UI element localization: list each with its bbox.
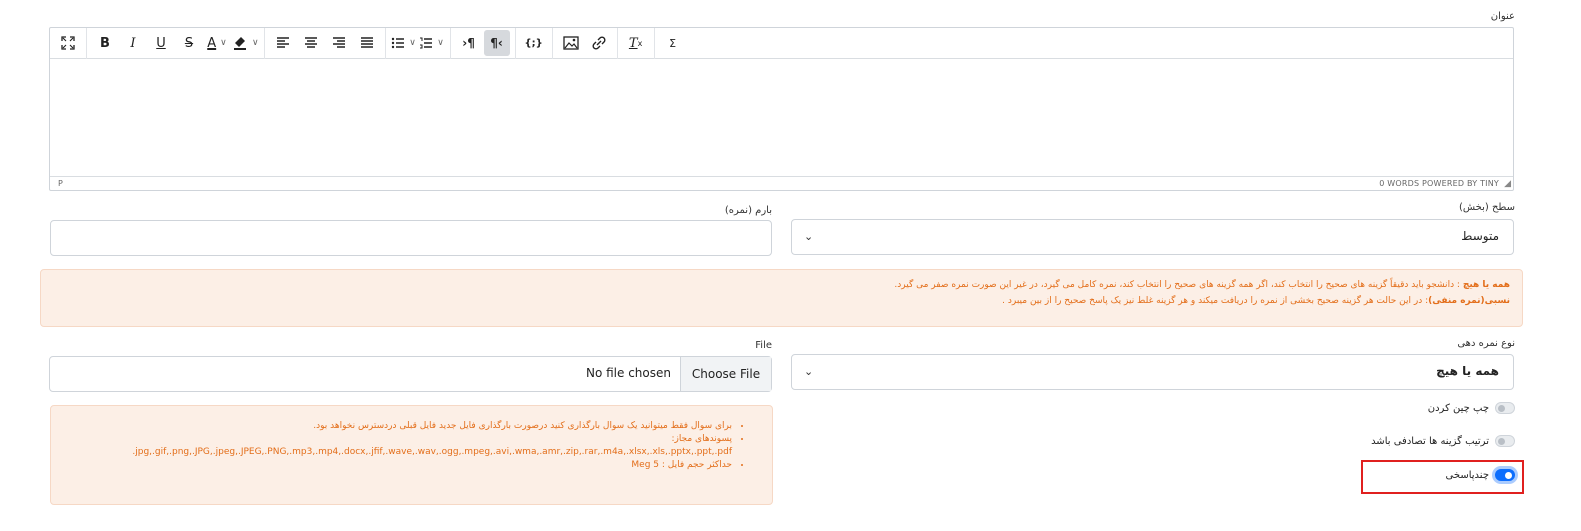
strikethrough-button[interactable]: S (176, 30, 202, 56)
editor-content-area[interactable] (50, 59, 1513, 177)
code-sample-button[interactable]: {;} (521, 30, 547, 56)
editor-statusbar: P 0 WORDS POWERED BY TINY ◢ (50, 176, 1513, 190)
toolbar-group-insert (553, 27, 618, 59)
numbered-list-icon (420, 37, 433, 49)
switch-knob (1505, 472, 1512, 479)
level-label: سطح (بخش) (1458, 202, 1515, 213)
toolbar-group-align (265, 27, 386, 59)
multi-answer-label: چندپاسخی (1445, 469, 1489, 481)
shuffle-options-label: ترتیب گزینه ها تصادفی باشد (1371, 435, 1489, 447)
code-icon: {;} (524, 37, 543, 49)
file-input[interactable]: Choose File No file chosen (49, 356, 772, 392)
score-input[interactable] (50, 220, 772, 256)
title-rich-text-editor: B I U S A ∨ ∨ ∨ ∨ ›¶ ¶‹ {;} T x Σ P 0 WO… (49, 27, 1514, 191)
editor-toolbar: B I U S A ∨ ∨ ∨ ∨ ›¶ ¶‹ {;} T x Σ (50, 27, 1513, 59)
toolbar-group-lists: ∨ ∨ (386, 27, 451, 59)
text-color-icon: A (207, 35, 217, 51)
grading-type-value: همه یا هیچ (1436, 364, 1499, 378)
align-justify-icon[interactable] (354, 30, 380, 56)
multi-answer-switch[interactable] (1495, 469, 1515, 481)
chevron-down-icon: ⌄ (804, 365, 814, 378)
toolbar-group-direction: ›¶ ¶‹ (451, 27, 516, 59)
file-notes-alert: برای سوال فقط میتوانید یک سوال بارگذاری … (50, 405, 773, 505)
word-count-powered-by[interactable]: 0 WORDS POWERED BY TINY (1379, 179, 1499, 188)
alert-line-all-or-nothing: همه یا هیچ : دانشجو باید دقیقاً گزینه ها… (894, 280, 1510, 290)
alert-line-proportional: نسبی(نمره منفی): در این حالت هر گزینه صح… (1002, 296, 1510, 306)
level-select[interactable]: متوسط ⌄ (791, 219, 1514, 255)
toggle-row-rtl: چپ چین کردن (1428, 402, 1515, 414)
toolbar-group-code: {;} (516, 27, 553, 59)
italic-button[interactable]: I (120, 30, 146, 56)
numbered-list-button[interactable]: ∨ (419, 30, 445, 56)
chevron-down-icon: ⌄ (804, 230, 814, 243)
image-icon[interactable] (558, 30, 584, 56)
ltr-icon: ›¶ (462, 36, 475, 50)
highlighter-icon (234, 37, 246, 50)
rtl-direction-button[interactable]: ¶‹ (483, 30, 510, 56)
title-label: عنوان (1490, 11, 1515, 22)
align-right-icon[interactable] (326, 30, 352, 56)
level-select-value: متوسط (1461, 229, 1499, 243)
toolbar-group-view (50, 27, 87, 59)
switch-knob (1498, 438, 1505, 445)
grading-type-select[interactable]: همه یا هیچ ⌄ (791, 354, 1514, 390)
highlight-color-button[interactable]: ∨ (232, 30, 259, 56)
bullet-list-icon (392, 37, 405, 49)
chevron-down-icon: ∨ (252, 38, 259, 48)
bullet-list-button[interactable]: ∨ (391, 30, 417, 56)
toolbar-group-format: B I U S A ∨ ∨ (87, 27, 265, 59)
toolbar-group-math: Σ (655, 28, 691, 59)
alert-term-proportional: نسبی(نمره منفی) (1428, 296, 1510, 306)
toggle-row-shuffle: ترتیب گزینه ها تصادفی باشد (1371, 435, 1515, 447)
toggle-row-multi-answer: چندپاسخی (1446, 469, 1515, 481)
rtl-layout-switch[interactable] (1495, 402, 1515, 414)
underline-button[interactable]: U (148, 30, 174, 56)
file-notes-list: برای سوال فقط میتوانید یک سوال بارگذاری … (88, 420, 748, 472)
file-note-allowed-ext-label: پسوندهای مجاز: (88, 433, 732, 446)
chevron-down-icon: ∨ (220, 38, 227, 48)
toolbar-group-clear: Tx (618, 27, 655, 59)
score-label: بارم (نمره) (724, 205, 772, 216)
clear-formatting-icon[interactable]: Tx (623, 30, 649, 56)
file-label: File (755, 340, 772, 351)
rtl-layout-label: چپ چین کردن (1427, 402, 1489, 414)
choose-file-button[interactable]: Choose File (680, 357, 771, 391)
shuffle-options-switch[interactable] (1495, 435, 1515, 447)
link-icon[interactable] (586, 30, 612, 56)
rtl-icon: ¶‹ (490, 36, 503, 50)
chevron-down-icon: ∨ (437, 38, 444, 48)
alert-term-all-or-nothing: همه یا هیچ (1462, 280, 1510, 290)
file-note-single-upload: برای سوال فقط میتوانید یک سوال بارگذاری … (88, 420, 732, 433)
bold-button[interactable]: B (92, 30, 118, 56)
chevron-down-icon: ∨ (409, 38, 416, 48)
align-center-icon[interactable] (298, 30, 324, 56)
element-path[interactable]: P (58, 179, 63, 188)
align-left-icon[interactable] (270, 30, 296, 56)
resize-handle-icon[interactable]: ◢ (1504, 179, 1511, 189)
fullscreen-icon[interactable] (55, 30, 81, 56)
file-status: No file chosen (585, 366, 671, 380)
ltr-direction-button[interactable]: ›¶ (456, 30, 482, 56)
sigma-icon[interactable]: Σ (660, 30, 686, 56)
switch-knob (1498, 405, 1505, 412)
text-color-button[interactable]: A ∨ (204, 30, 230, 56)
alert-desc-all-or-nothing: : دانشجو باید دقیقاً گزینه های صحیح را ا… (894, 280, 1463, 290)
file-note-allowed-ext-values: jpg,.gif,.png,.JPG,.jpeg,.JPEG,.PNG,.mp3… (132, 447, 732, 457)
grading-type-label: نوع نمره دهی (1457, 338, 1515, 349)
file-note-max-size: حداکثر حجم فایل : 5 Meg (88, 459, 732, 472)
grading-info-alert: همه یا هیچ : دانشجو باید دقیقاً گزینه ها… (40, 269, 1523, 327)
alert-desc-proportional: : در این حالت هر گزینه صحیح بخشی از نمره… (1002, 296, 1429, 306)
